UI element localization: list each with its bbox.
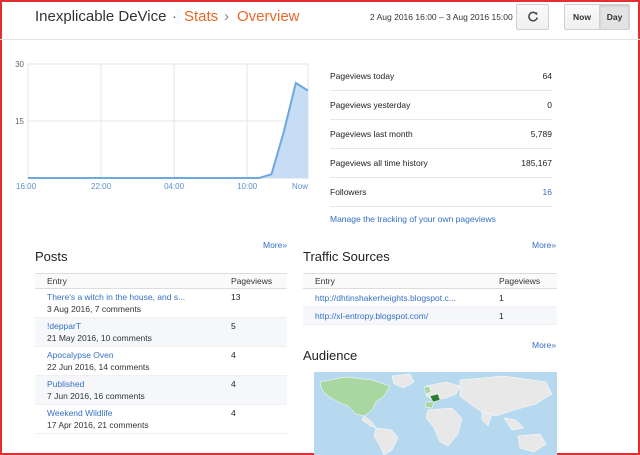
stats-header: Inexplicable DeVice · Stats › Overview 2…	[0, 0, 640, 40]
post-title-link[interactable]: Apocalypse Oven	[47, 350, 231, 360]
pageviews-chart-svg: 30 15 16:00 22:00 04:00 10:00 Now	[15, 60, 309, 191]
stat-label: Followers	[330, 187, 367, 197]
refresh-button[interactable]	[516, 4, 549, 30]
x-tick-label: 22:00	[91, 182, 112, 191]
post-title-link[interactable]: Weekend Wildlife	[47, 408, 231, 418]
stats-summary: Pageviews today 64 Pageviews yesterday 0…	[330, 62, 552, 207]
stat-row-followers: Followers 16	[330, 178, 552, 207]
breadcrumb-overview: Overview	[237, 8, 300, 25]
table-row: !depparT 21 May 2016, 10 comments 5	[35, 318, 287, 347]
refresh-icon	[527, 11, 539, 23]
post-title-link[interactable]: !depparT	[47, 321, 231, 331]
table-row: Published 7 Jun 2016, 16 comments 4	[35, 376, 287, 405]
x-tick-label: 16:00	[16, 182, 37, 191]
column-header-entry: Entry	[315, 276, 335, 286]
post-pageviews: 5	[231, 321, 236, 331]
stat-label: Pageviews all time history	[330, 158, 428, 168]
stat-row-today: Pageviews today 64	[330, 62, 552, 91]
column-header-pageviews: Pageviews	[231, 276, 273, 286]
date-range: 2 Aug 2016 16:00 – 3 Aug 2016 15:00	[370, 12, 513, 22]
stat-row-all-time: Pageviews all time history 185,167	[330, 149, 552, 178]
stat-label: Pageviews last month	[330, 129, 413, 139]
post-pageviews: 4	[231, 350, 236, 360]
traffic-more-link[interactable]: More»	[532, 240, 556, 250]
breadcrumb-arrow: ›	[224, 8, 229, 25]
traffic-source-link[interactable]: http://xl-entropy.blogspot.com/	[303, 311, 499, 321]
stat-value: 185,167	[521, 158, 552, 168]
stat-row-last-month: Pageviews last month 5,789	[330, 120, 552, 149]
followers-link[interactable]: 16	[543, 187, 552, 197]
post-pageviews: 4	[231, 408, 236, 418]
post-meta: 3 Aug 2016, 7 comments	[47, 304, 142, 314]
traffic-source-link[interactable]: http://dhtinshakerheights.blogspot.c...	[303, 293, 499, 303]
stat-label: Pageviews yesterday	[330, 100, 411, 110]
column-header-entry: Entry	[47, 276, 67, 286]
post-title-link[interactable]: There's a witch in the house, and s...	[47, 292, 231, 302]
posts-more-link[interactable]: More»	[263, 240, 287, 250]
x-tick-label: 04:00	[164, 182, 185, 191]
stat-value: 64	[542, 71, 552, 81]
breadcrumb-stats[interactable]: Stats	[184, 8, 218, 25]
table-row: Weekend Wildlife 17 Apr 2016, 21 comment…	[35, 405, 287, 434]
table-row: Apocalypse Oven 22 Jun 2016, 14 comments…	[35, 347, 287, 376]
post-pageviews: 4	[231, 379, 236, 389]
separator-dot: ·	[172, 8, 177, 25]
posts-table: Entry Pageviews There's a witch in the h…	[35, 273, 287, 434]
post-title-link[interactable]: Published	[47, 379, 231, 389]
table-row: http://xl-entropy.blogspot.com/ 1	[303, 307, 557, 325]
post-meta: 22 Jun 2016, 14 comments	[47, 362, 150, 372]
audience-title: Audience	[303, 348, 358, 363]
x-tick-label: Now	[292, 182, 308, 191]
traffic-sources-table: Entry Pageviews http://dhtinshakerheight…	[303, 273, 557, 325]
stat-value: 0	[547, 100, 552, 110]
posts-table-header: Entry Pageviews	[35, 273, 287, 289]
table-row: http://dhtinshakerheights.blogspot.c... …	[303, 289, 557, 307]
post-pageviews: 13	[231, 292, 241, 302]
post-meta: 7 Jun 2016, 16 comments	[47, 391, 145, 401]
traffic-table-header: Entry Pageviews	[303, 273, 557, 289]
posts-title: Posts	[35, 249, 68, 264]
stat-label: Pageviews today	[330, 71, 395, 81]
audience-more-link[interactable]: More»	[532, 340, 556, 350]
table-row: There's a witch in the house, and s... 3…	[35, 289, 287, 318]
x-tick-label: 10:00	[237, 182, 258, 191]
y-tick-label: 30	[15, 60, 24, 69]
pageviews-chart: 30 15 16:00 22:00 04:00 10:00 Now	[0, 50, 320, 200]
manage-tracking-link[interactable]: Manage the tracking of your own pageview…	[330, 214, 496, 224]
post-meta: 21 May 2016, 10 comments	[47, 333, 152, 343]
y-tick-label: 15	[15, 117, 24, 126]
post-meta: 17 Apr 2016, 21 comments	[47, 420, 149, 430]
traffic-pageviews: 1	[499, 310, 504, 321]
now-toggle[interactable]: Now	[564, 4, 600, 30]
column-header-pageviews: Pageviews	[499, 276, 541, 286]
day-toggle[interactable]: Day	[599, 4, 630, 30]
blog-name[interactable]: Inexplicable DeVice	[35, 8, 166, 25]
traffic-pageviews: 1	[499, 292, 504, 303]
audience-world-map	[314, 372, 557, 455]
stat-row-yesterday: Pageviews yesterday 0	[330, 91, 552, 120]
stat-value: 5,789	[530, 129, 552, 139]
traffic-sources-title: Traffic Sources	[303, 249, 390, 264]
